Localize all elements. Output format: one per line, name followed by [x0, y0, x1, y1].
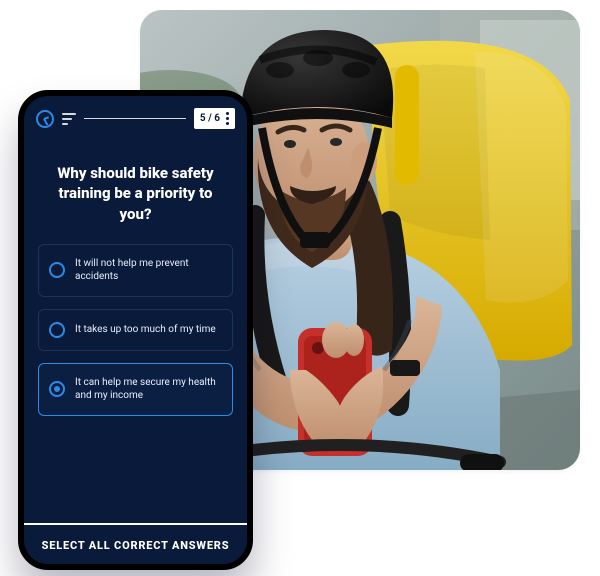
quiz-topbar: 5 / 6	[24, 96, 247, 135]
quiz-options: It will not help me prevent accidents It…	[24, 244, 247, 416]
quiz-option-label: It will not help me prevent accidents	[75, 257, 220, 284]
phone-mockup: 5 / 6 Why should bike safety training be…	[18, 90, 253, 570]
kebab-icon[interactable]	[226, 112, 229, 125]
quiz-question: Why should bike safety training be a pri…	[24, 135, 247, 244]
clock-icon	[36, 110, 54, 128]
quiz-option-label: It can help me secure my health and my i…	[75, 376, 220, 403]
quiz-option-label: It takes up too much of my time	[75, 323, 220, 337]
progress-line	[84, 118, 186, 119]
radio-icon	[49, 262, 65, 278]
radio-icon	[49, 381, 65, 397]
progress-counter-text: 5 / 6	[200, 113, 220, 124]
quiz-option-3[interactable]: It can help me secure my health and my i…	[38, 363, 233, 416]
progress-counter: 5 / 6	[194, 108, 235, 129]
menu-icon[interactable]	[62, 113, 76, 125]
radio-icon	[49, 322, 65, 338]
quiz-instruction: SELECT ALL CORRECT ANSWERS	[24, 523, 247, 564]
quiz-option-1[interactable]: It will not help me prevent accidents	[38, 244, 233, 297]
quiz-option-2[interactable]: It takes up too much of my time	[38, 309, 233, 351]
